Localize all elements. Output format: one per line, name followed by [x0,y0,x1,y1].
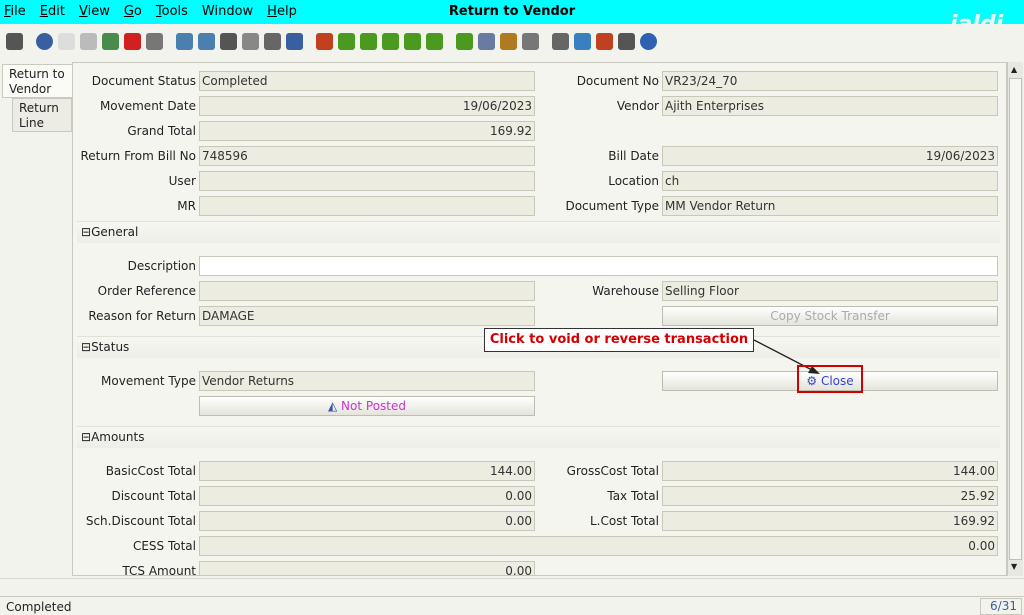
annotation-highlight-box [797,365,863,393]
annotation-arrow [753,339,820,374]
record-counter: 6/31 [980,598,1022,615]
status-text: Completed [6,600,72,614]
status-bar: Completed 6/31 [0,596,1024,615]
status-line [0,578,1024,594]
